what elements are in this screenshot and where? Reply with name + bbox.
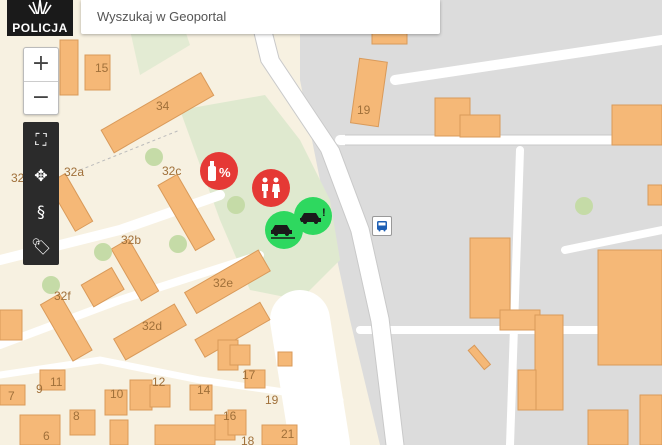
house-number: 32d [142,319,162,333]
house-number: 6 [43,429,50,443]
family-marker[interactable] [252,169,290,207]
alcohol-marker[interactable]: % [200,152,238,190]
bus-stop-icon[interactable] [372,216,392,236]
bottle-percent-icon: % [208,161,231,181]
house-number: 12 [152,375,166,389]
police-logo: POLICJA [7,0,73,36]
house-number: 32b [121,233,141,247]
house-number: 34 [156,99,170,113]
zoom-control: + − [23,47,59,115]
house-number: 10 [110,387,124,401]
police-emblem-icon [28,0,52,15]
parking-marker[interactable] [265,211,303,249]
car-icon [271,225,295,239]
house-number: 32c [162,164,181,178]
house-number: 16 [223,409,237,423]
legal-section-icon[interactable]: § [23,194,59,230]
house-number: 8 [73,409,80,423]
svg-text:!: ! [322,207,326,219]
house-number: 21 [281,427,295,441]
family-icon [262,177,280,198]
house-number: 15 [95,61,109,75]
house-number: 18 [241,434,255,445]
house-number: 17 [242,368,256,382]
search-input[interactable] [95,8,429,25]
zoom-out-button[interactable]: − [24,82,58,115]
house-number: 7 [8,389,15,403]
house-number: 9 [36,382,43,396]
fullscreen-icon[interactable]: ⛶ [23,122,59,158]
house-number: 32a [64,165,84,179]
house-number: 32e [213,276,233,290]
map-canvas[interactable]: 15 34 19 32a 32 32c 32b 32f 32e 32d 9 11… [0,0,662,445]
house-number: 32f [54,289,71,303]
tags-icon[interactable]: 🏷 [23,229,59,265]
svg-text:%: % [219,165,231,180]
zoom-in-button[interactable]: + [24,48,58,82]
search-box [81,0,440,34]
car-alert-icon: ! [300,207,326,224]
map-toolbar: ⛶ ✥ § 🏷 [23,122,59,265]
house-number: 14 [197,383,211,397]
house-number: 11 [50,375,63,389]
logo-text: POLICJA [12,21,68,35]
house-number: 19 [265,393,279,407]
house-number: 19 [357,103,371,117]
locate-icon[interactable]: ✥ [23,158,59,194]
